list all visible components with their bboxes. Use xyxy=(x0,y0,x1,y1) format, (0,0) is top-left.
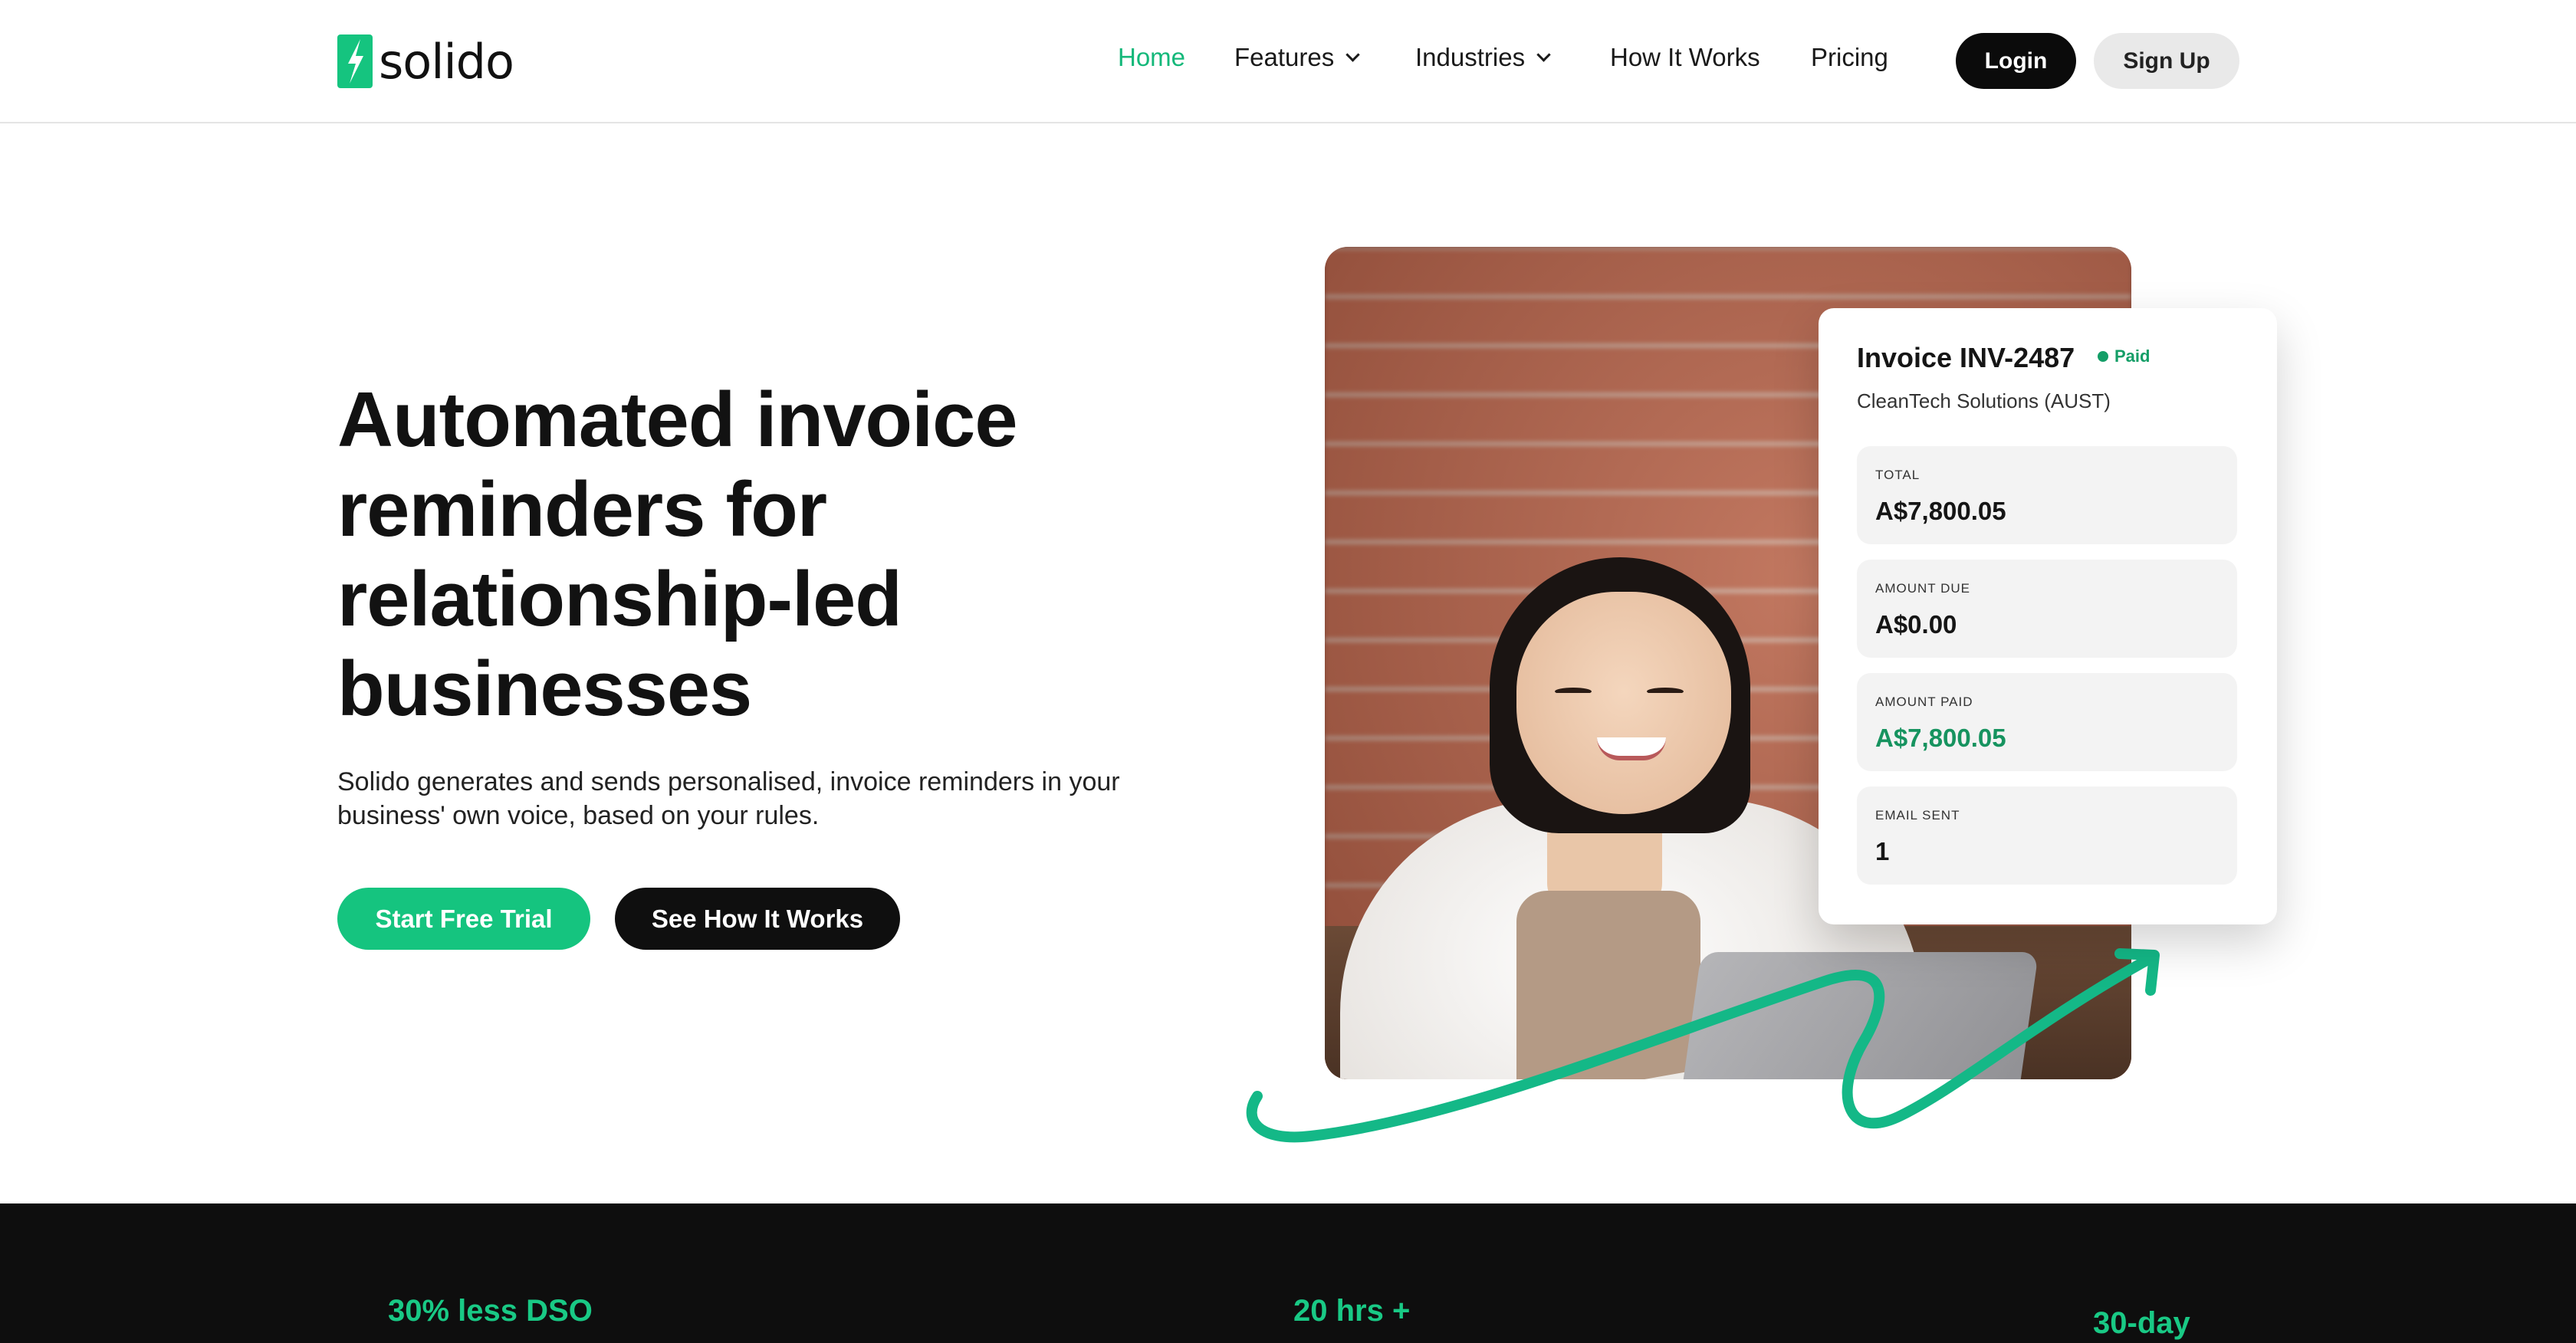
stat-label: AMOUNT PAID xyxy=(1875,694,1973,709)
stat-days: 30-day xyxy=(2093,1306,2190,1340)
invoice-title: Invoice INV-2487 xyxy=(1857,342,2075,373)
stat-label: AMOUNT DUE xyxy=(1875,581,1970,596)
stat-value: A$0.00 xyxy=(1875,610,1957,639)
stat-value: A$7,800.05 xyxy=(1875,724,2006,752)
nav-features[interactable]: Features xyxy=(1234,43,1360,72)
see-how-it-works-button[interactable]: See How It Works xyxy=(615,888,900,950)
stat-hours: 20 hrs + xyxy=(1293,1294,1411,1328)
stat-amount-due: AMOUNT DUE A$0.00 xyxy=(1857,560,2237,658)
status-dot-icon xyxy=(2098,351,2108,362)
status-badge: Paid xyxy=(2098,346,2150,366)
top-navbar: solido Home Features Industries How It W… xyxy=(0,0,2576,123)
nav-features-label: Features xyxy=(1234,43,1335,71)
nav-how-it-works[interactable]: How It Works xyxy=(1610,43,1760,72)
growth-arrow-icon xyxy=(1246,948,2160,1143)
invoice-client: CleanTech Solutions (AUST) xyxy=(1857,389,2111,412)
signup-button[interactable]: Sign Up xyxy=(2094,33,2239,89)
stat-label: EMAIL SENT xyxy=(1875,808,1960,823)
nav-home-label: Home xyxy=(1118,43,1186,71)
login-button[interactable]: Login xyxy=(1956,33,2076,89)
stats-band: 30% less DSO 20 hrs + 30-day xyxy=(0,1203,2576,1343)
nav-home[interactable]: Home xyxy=(1118,43,1185,72)
brand-name: solido xyxy=(379,33,514,90)
person-face xyxy=(1516,592,1731,814)
nav-pricing[interactable]: Pricing xyxy=(1811,43,1888,72)
chevron-down-icon xyxy=(1536,47,1551,62)
nav-industries[interactable]: Industries xyxy=(1415,43,1551,72)
stat-email-sent: EMAIL SENT 1 xyxy=(1857,786,2237,885)
stat-total: TOTAL A$7,800.05 xyxy=(1857,446,2237,544)
invoice-card: Invoice INV-2487 Paid CleanTech Solution… xyxy=(1819,308,2277,924)
stat-label: TOTAL xyxy=(1875,468,1921,482)
hero-title: Automated invoice reminders for relation… xyxy=(337,377,1018,732)
stat-amount-paid: AMOUNT PAID A$7,800.05 xyxy=(1857,673,2237,771)
stat-value: A$7,800.05 xyxy=(1875,497,2006,525)
nav-how-it-works-label: How It Works xyxy=(1610,43,1760,71)
status-badge-label: Paid xyxy=(2114,346,2150,366)
logo-icon xyxy=(337,34,373,88)
nav-industries-label: Industries xyxy=(1415,43,1526,71)
chevron-down-icon xyxy=(1346,47,1360,62)
hero-description: Solido generates and sends personalised,… xyxy=(337,767,1120,830)
stat-value: 1 xyxy=(1875,837,1890,865)
start-free-trial-button[interactable]: Start Free Trial xyxy=(337,888,590,950)
nav-pricing-label: Pricing xyxy=(1811,43,1888,71)
stat-dso: 30% less DSO xyxy=(388,1294,593,1328)
brand-logo[interactable]: solido xyxy=(337,33,514,90)
